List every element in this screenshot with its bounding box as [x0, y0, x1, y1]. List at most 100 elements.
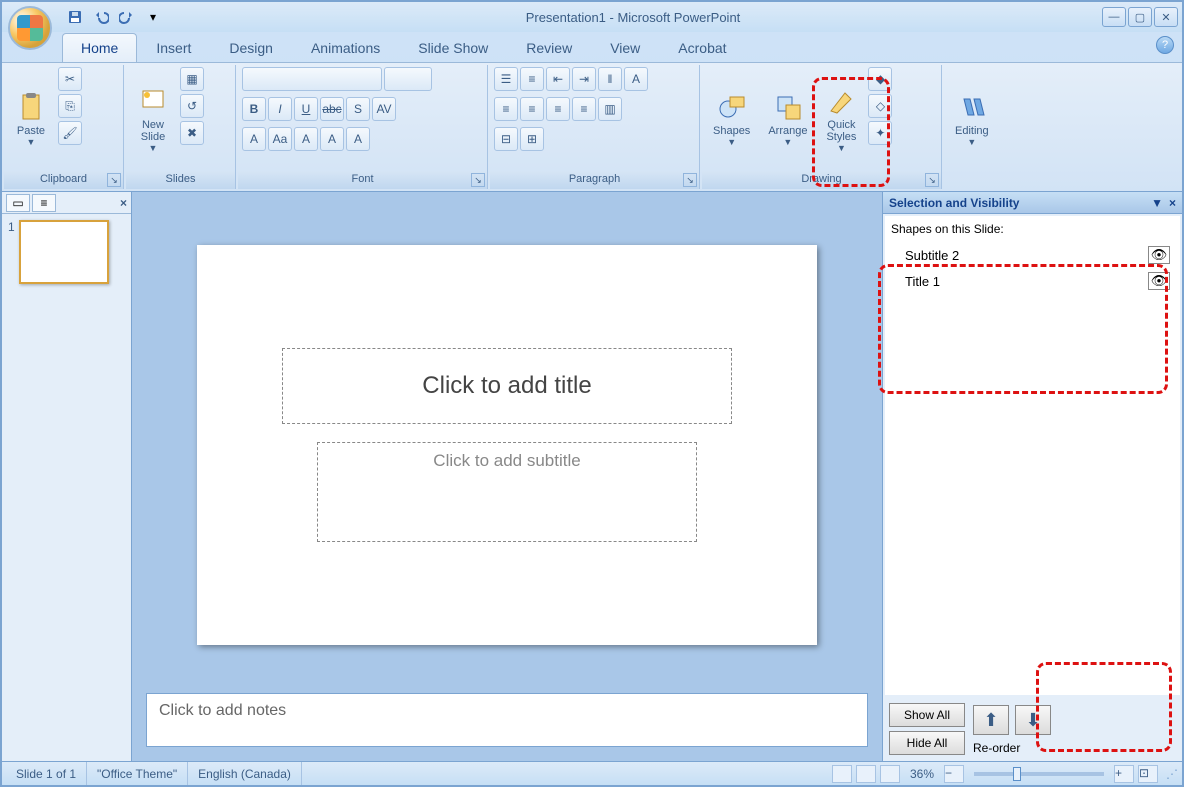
- reorder-down-button[interactable]: ⬇: [1015, 705, 1051, 735]
- language-indicator[interactable]: English (Canada): [188, 762, 302, 785]
- cut-button[interactable]: ✂: [58, 67, 82, 91]
- shrink-font-button[interactable]: A: [320, 127, 344, 151]
- slides-tab[interactable]: ▭: [6, 194, 30, 212]
- slideshow-view-button[interactable]: [880, 765, 900, 783]
- outline-tab[interactable]: ≡: [32, 194, 56, 212]
- justify-button[interactable]: ≡: [572, 97, 596, 121]
- columns-button[interactable]: ▥: [598, 97, 622, 121]
- slide-thumbnail[interactable]: 1: [8, 220, 125, 284]
- help-button[interactable]: ?: [1156, 36, 1174, 54]
- font-size[interactable]: [384, 67, 432, 91]
- group-paragraph: ☰ ≡ ⇤ ⇥ ‖ A ≡ ≡ ≡ ≡ ▥ ⊟: [490, 65, 700, 189]
- tab-home[interactable]: Home: [62, 33, 137, 62]
- title-placeholder[interactable]: Click to add title: [282, 348, 732, 424]
- align-right-button[interactable]: ≡: [546, 97, 570, 121]
- quick-styles-button[interactable]: Quick Styles ▼: [818, 67, 864, 171]
- tab-review[interactable]: Review: [507, 33, 591, 62]
- workspace: ▭ ≡ × 1 Click to add title Click to add …: [2, 192, 1182, 761]
- task-pane-menu[interactable]: ▼: [1151, 196, 1163, 210]
- font-color-button[interactable]: A: [242, 127, 266, 151]
- change-case-button[interactable]: Aa: [268, 127, 292, 151]
- editing-button[interactable]: Editing ▼: [948, 67, 996, 171]
- zoom-out-button[interactable]: −: [944, 765, 964, 783]
- minimize-button[interactable]: —: [1102, 7, 1126, 27]
- drawing-launcher[interactable]: ↘: [925, 173, 939, 187]
- align-left-button[interactable]: ≡: [494, 97, 518, 121]
- maximize-button[interactable]: ▢: [1128, 7, 1152, 27]
- shape-outline-button[interactable]: ◇: [868, 94, 892, 118]
- align-text-button[interactable]: ⊟: [494, 127, 518, 151]
- shadow-button[interactable]: S: [346, 97, 370, 121]
- strike-button[interactable]: abc: [320, 97, 344, 121]
- layout-button[interactable]: ▦: [180, 67, 204, 91]
- clipboard-launcher[interactable]: ↘: [107, 173, 121, 187]
- underline-button[interactable]: U: [294, 97, 318, 121]
- tab-slideshow[interactable]: Slide Show: [399, 33, 507, 62]
- show-all-button[interactable]: Show All: [889, 703, 965, 727]
- grow-font-button[interactable]: A: [294, 127, 318, 151]
- slide-canvas: Click to add title Click to add subtitle: [146, 206, 868, 683]
- indent-dec-button[interactable]: ⇤: [546, 67, 570, 91]
- zoom-slider[interactable]: [974, 772, 1104, 776]
- copy-button[interactable]: ⎘: [58, 94, 82, 118]
- visibility-toggle[interactable]: 👁: [1148, 272, 1170, 290]
- line-spacing-button[interactable]: ‖: [598, 67, 622, 91]
- task-pane-body: Shapes on this Slide: Subtitle 2 👁 Title…: [885, 216, 1180, 695]
- group-clipboard: Paste ▼ ✂ ⎘ 🖌 Clipboard↘: [4, 65, 124, 189]
- resize-grip-icon[interactable]: ⋰: [1166, 767, 1178, 781]
- char-spacing-button[interactable]: AV: [372, 97, 396, 121]
- italic-button[interactable]: I: [268, 97, 292, 121]
- align-center-button[interactable]: ≡: [520, 97, 544, 121]
- slide-counter: Slide 1 of 1: [6, 762, 87, 785]
- font-launcher[interactable]: ↘: [471, 173, 485, 187]
- fit-window-button[interactable]: ⊡: [1138, 765, 1158, 783]
- slide[interactable]: Click to add title Click to add subtitle: [197, 245, 817, 645]
- tab-view[interactable]: View: [591, 33, 659, 62]
- thumb-tabs: ▭ ≡ ×: [2, 192, 131, 214]
- shape-item[interactable]: Title 1 👁: [891, 268, 1174, 294]
- normal-view-button[interactable]: [832, 765, 852, 783]
- sorter-view-button[interactable]: [856, 765, 876, 783]
- tab-insert[interactable]: Insert: [137, 33, 210, 62]
- reset-button[interactable]: ↺: [180, 94, 204, 118]
- hide-all-button[interactable]: Hide All: [889, 731, 965, 755]
- paragraph-launcher[interactable]: ↘: [683, 173, 697, 187]
- clear-format-button[interactable]: A: [346, 127, 370, 151]
- tab-animations[interactable]: Animations: [292, 33, 399, 62]
- redo-button[interactable]: [116, 6, 138, 28]
- convert-smartart-button[interactable]: ⊞: [520, 127, 544, 151]
- slide-area: Click to add title Click to add subtitle…: [132, 192, 882, 761]
- office-button[interactable]: [8, 6, 52, 50]
- close-button[interactable]: ✕: [1154, 7, 1178, 27]
- delete-slide-button[interactable]: ✖: [180, 121, 204, 145]
- numbering-button[interactable]: ≡: [520, 67, 544, 91]
- zoom-value: 36%: [910, 767, 934, 781]
- shape-effects-button[interactable]: ✦: [868, 121, 892, 145]
- shape-fill-button[interactable]: ◆: [868, 67, 892, 91]
- shape-item[interactable]: Subtitle 2 👁: [891, 242, 1174, 268]
- reorder-up-button[interactable]: ⬆: [973, 705, 1009, 735]
- tab-design[interactable]: Design: [210, 33, 292, 62]
- new-slide-button[interactable]: New Slide ▼: [130, 67, 176, 171]
- arrange-button[interactable]: Arrange ▼: [761, 67, 814, 171]
- paste-button[interactable]: Paste ▼: [8, 67, 54, 171]
- titlebar: ▾ Presentation1 - Microsoft PowerPoint —…: [2, 2, 1182, 32]
- font-family[interactable]: [242, 67, 382, 91]
- undo-button[interactable]: [90, 6, 112, 28]
- visibility-toggle[interactable]: 👁: [1148, 246, 1170, 264]
- task-pane-close[interactable]: ×: [1169, 196, 1176, 210]
- subtitle-placeholder[interactable]: Click to add subtitle: [317, 442, 697, 542]
- format-painter-button[interactable]: 🖌: [58, 121, 82, 145]
- thumbnail-pane: ▭ ≡ × 1: [2, 192, 132, 761]
- save-button[interactable]: [64, 6, 86, 28]
- notes-pane[interactable]: Click to add notes: [146, 693, 868, 747]
- thumb-pane-close[interactable]: ×: [120, 196, 127, 210]
- qat-customize[interactable]: ▾: [142, 6, 164, 28]
- bullets-button[interactable]: ☰: [494, 67, 518, 91]
- bold-button[interactable]: B: [242, 97, 266, 121]
- shapes-button[interactable]: Shapes ▼: [706, 67, 757, 171]
- indent-inc-button[interactable]: ⇥: [572, 67, 596, 91]
- tab-acrobat[interactable]: Acrobat: [659, 33, 745, 62]
- zoom-in-button[interactable]: +: [1114, 765, 1134, 783]
- text-direction-button[interactable]: A: [624, 67, 648, 91]
